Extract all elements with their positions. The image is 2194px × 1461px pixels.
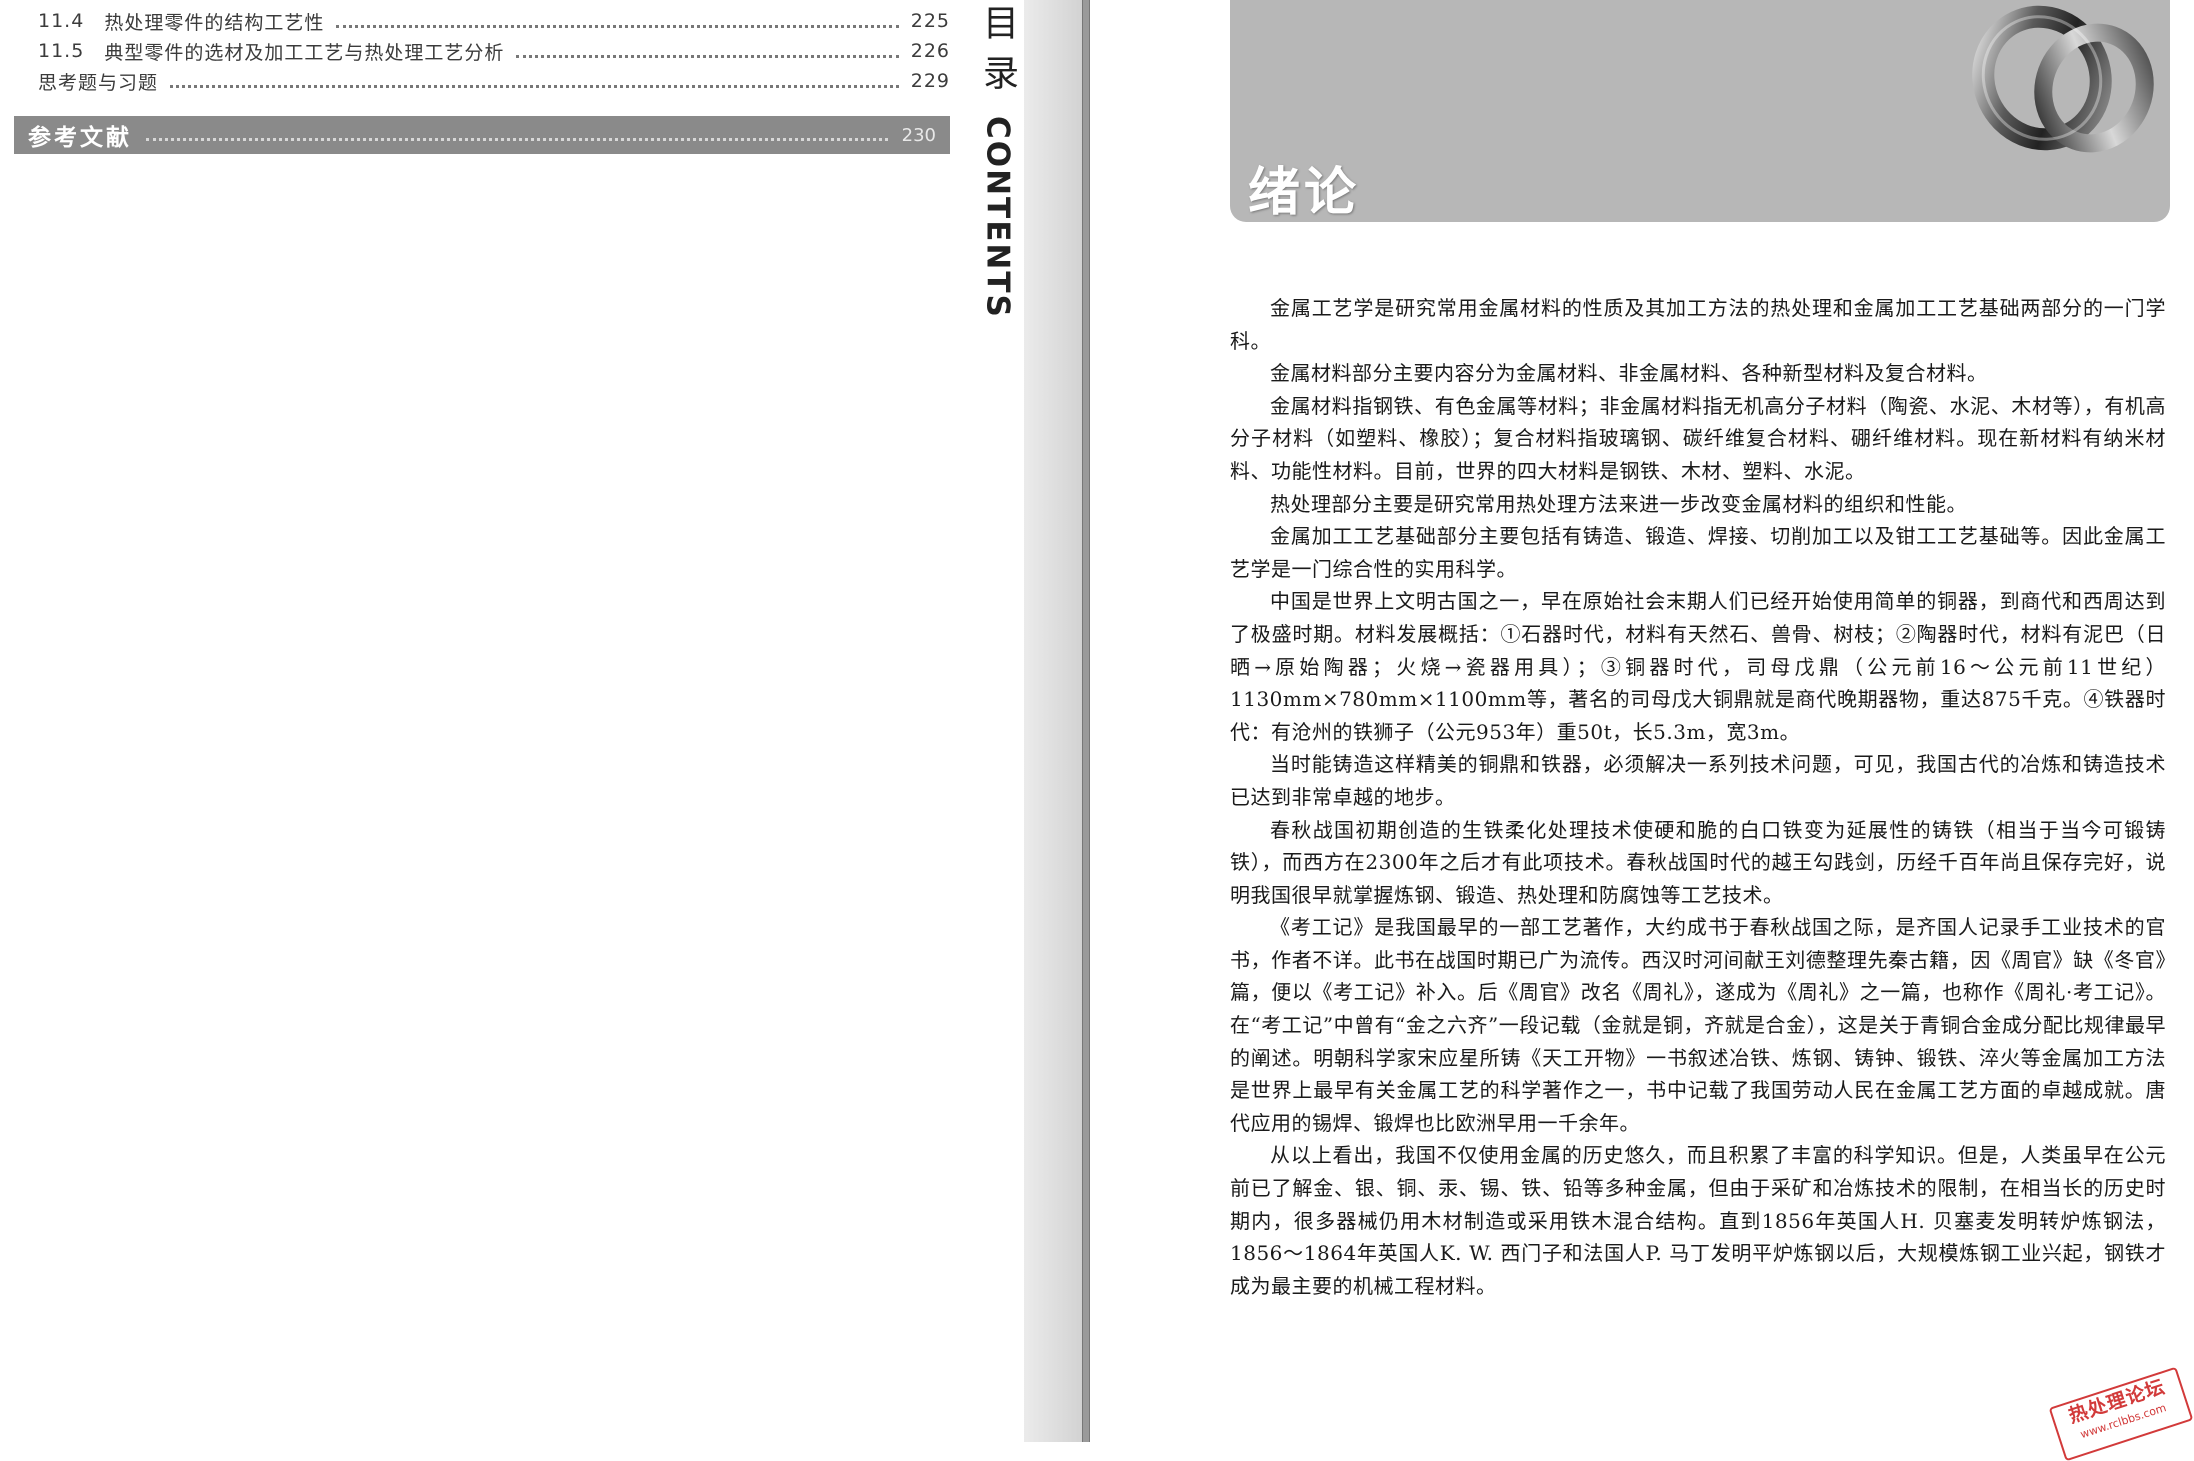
body-paragraph: 热处理部分主要是研究常用热处理方法来进一步改变金属材料的组织和性能。 [1270,491,1967,516]
contents-label-en: CONTENTS [979,116,1016,319]
contents-side-label: 目录 CONTENTS [972,4,1022,323]
references-page: 230 [901,124,936,146]
toc-leader-dots [516,53,899,58]
chapter-banner: 绪论 [1230,0,2170,223]
toc-entry-page: 225 [910,10,950,32]
chapter-page: 绪论 金属工艺学是研究常用金属材料的性质及其加工方法的热处理和金属加工工艺基础两… [1090,0,2194,1442]
toc-entry[interactable]: 11.4 热处理零件的结构工艺性 225 [38,6,950,36]
toc-entry-number: 11.4 [38,10,85,32]
toc-entry-page: 229 [910,70,950,92]
body-paragraph: 《考工记》是我国最早的一部工艺著作，大约成书于春秋战国之际，是齐国人记录手工业技… [1230,915,2166,1135]
contents-label-cn: 目录 [977,4,1018,104]
body-paragraph: 从以上看出，我国不仅使用金属的历史悠久，而且积累了丰富的科学知识。但是，人类虽早… [1230,1143,2166,1298]
page-divider [1082,0,1090,1442]
chapter-title: 绪论 [1248,163,1361,223]
body-paragraph: 金属工艺学是研究常用金属材料的性质及其加工方法的热处理和金属加工工艺基础两部分的… [1230,296,2166,353]
body-paragraph: 春秋战国初期创造的生铁柔化处理技术使硬和脆的白口铁变为延展性的铸铁（相当于当今可… [1230,817,2166,907]
toc-entry-title: 思考题与习题 [38,71,159,94]
references-entry[interactable]: 参考文献 230 [14,116,950,154]
toc-entry-title: 热处理零件的结构工艺性 [104,11,325,34]
chapter-body: 金属工艺学是研究常用金属材料的性质及其加工方法的热处理和金属加工工艺基础两部分的… [1230,292,2166,1302]
body-paragraph: 金属材料部分主要内容分为金属材料、非金属材料、各种新型材料及复合材料。 [1270,361,1988,386]
toc-entry[interactable]: 11.5 典型零件的选材及加工工艺与热处理工艺分析 226 [38,36,950,66]
toc-page: 11.4 热处理零件的结构工艺性 225 11.5 典型零件的选材及加工工艺与热… [0,0,1024,1442]
toc-leader-dots [146,137,888,141]
body-paragraph: 当时能铸造这样精美的铜鼎和铁器，必须解决一系列技术问题，可见，我国古代的冶炼和铸… [1230,752,2166,809]
body-paragraph: 金属材料指钢铁、有色金属等材料；非金属材料指无机高分子材料（陶瓷、水泥、木材等）… [1230,393,2166,483]
body-paragraph: 中国是世界上文明古国之一，早在原始社会末期人们已经开始使用简单的铜器，到商代和西… [1230,589,2166,744]
references-title: 参考文献 [28,125,132,151]
toc-entry-number: 11.5 [38,40,85,62]
metal-ring-image [1972,5,2154,153]
toc-entry-page: 226 [910,40,950,62]
toc-entry[interactable]: 思考题与习题 229 [38,66,950,96]
toc-leader-dots [336,23,899,28]
body-paragraph: 金属加工工艺基础部分主要包括有铸造、锻造、焊接、切削加工以及钳工工艺基础等。因此… [1230,524,2166,581]
toc-leader-dots [170,83,899,88]
page-gutter [1024,0,1090,1442]
toc-entry-title: 典型零件的选材及加工工艺与热处理工艺分析 [104,41,505,64]
